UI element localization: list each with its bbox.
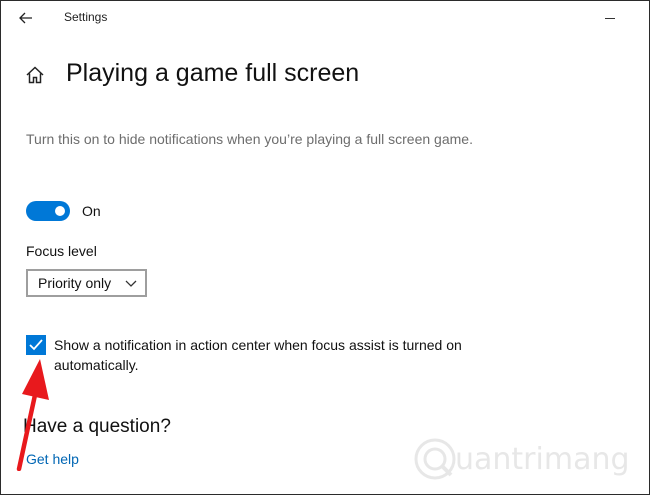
red-arrow-annotation bbox=[16, 359, 49, 471]
notification-checkbox-label: Show a notification in action center whe… bbox=[54, 337, 462, 373]
toggle-state-label: On bbox=[82, 203, 101, 219]
settings-window: Settings Playing a game full screen Turn… bbox=[0, 0, 650, 495]
page-title: Playing a game full screen bbox=[66, 59, 360, 87]
home-icon[interactable] bbox=[25, 65, 45, 85]
full-screen-toggle[interactable] bbox=[26, 201, 70, 221]
toggle-knob bbox=[55, 206, 65, 216]
window-title: Settings bbox=[64, 10, 108, 24]
watermark-logo-icon bbox=[414, 438, 456, 480]
notification-checkbox[interactable] bbox=[26, 335, 46, 355]
minimize-icon[interactable] bbox=[599, 8, 621, 28]
back-button[interactable] bbox=[15, 7, 37, 29]
chevron-down-icon bbox=[125, 280, 137, 287]
watermark: uantrimang bbox=[411, 435, 630, 483]
title-bar: Settings bbox=[1, 1, 649, 35]
focus-level-value: Priority only bbox=[38, 275, 112, 291]
checkmark-icon bbox=[29, 339, 43, 351]
watermark-text: uantrimang bbox=[455, 441, 630, 477]
toggle-row: On bbox=[26, 201, 101, 221]
page-description: Turn this on to hide notifications when … bbox=[26, 131, 473, 147]
back-arrow-icon bbox=[19, 12, 32, 24]
focus-level-select[interactable]: Priority only bbox=[26, 269, 147, 297]
focus-level-label: Focus level bbox=[26, 243, 97, 259]
